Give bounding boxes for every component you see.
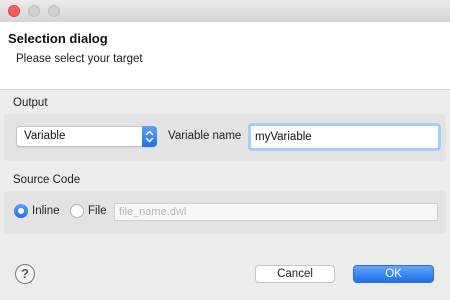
output-type-value: Variable — [24, 130, 66, 142]
variable-name-input[interactable] — [248, 123, 441, 151]
file-name-input — [114, 203, 438, 221]
help-icon[interactable]: ? — [15, 264, 35, 284]
cancel-button[interactable]: Cancel — [255, 265, 335, 283]
dialog-header: Selection dialog Please select your targ… — [0, 22, 450, 90]
dialog-message: Please select your target — [16, 53, 143, 65]
output-type-select[interactable]: Variable — [16, 126, 157, 147]
inline-radio-label[interactable]: Inline — [32, 205, 60, 217]
output-group-label: Output — [13, 97, 48, 109]
minimize-window-button[interactable] — [28, 5, 40, 17]
source-code-group-label: Source Code — [13, 174, 81, 186]
title-bar — [0, 0, 450, 22]
close-window-button[interactable] — [8, 5, 20, 17]
up-down-arrows-icon — [142, 126, 157, 147]
zoom-window-button[interactable] — [48, 5, 60, 17]
dialog-title: Selection dialog — [8, 31, 108, 46]
selection-dialog-window: Selection dialog Please select your targ… — [0, 0, 450, 300]
file-radio-label[interactable]: File — [88, 205, 107, 217]
file-radio[interactable] — [70, 204, 84, 218]
variable-name-label: Variable name — [168, 130, 242, 142]
ok-button[interactable]: OK — [353, 265, 434, 283]
inline-radio[interactable] — [14, 204, 28, 218]
